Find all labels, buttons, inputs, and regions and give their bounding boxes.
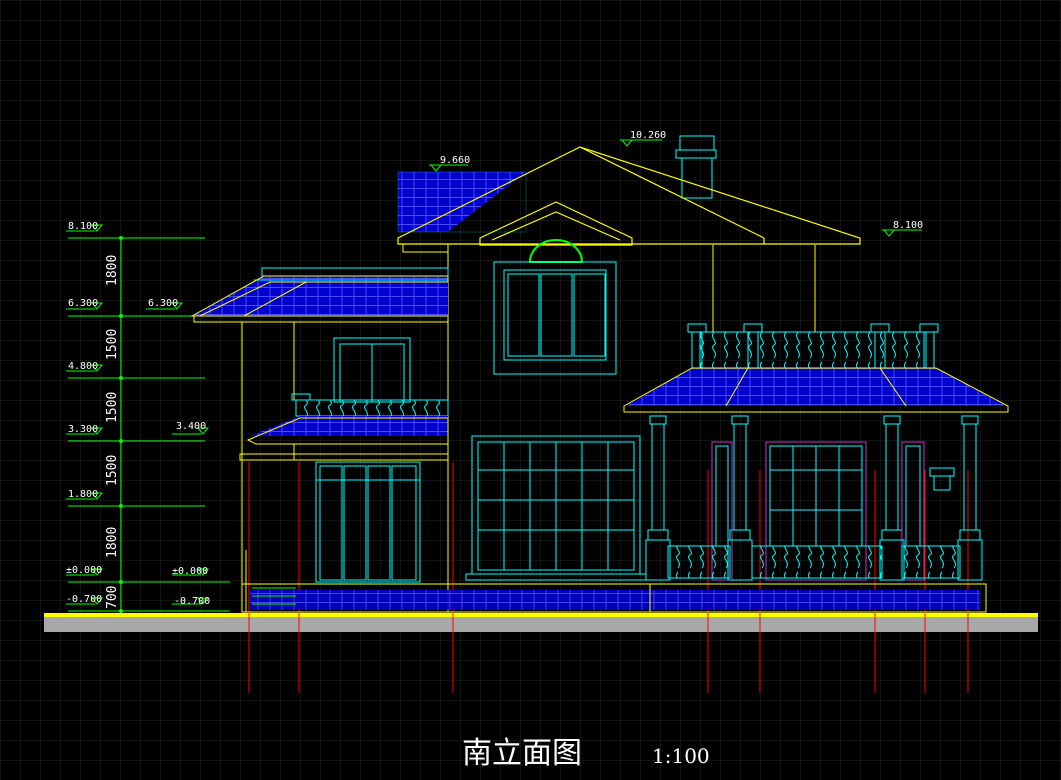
dimension-700: 700 xyxy=(105,586,120,609)
inner-level-6300: 6.300 xyxy=(148,298,178,309)
level-label-4800: 4.800 xyxy=(68,361,98,372)
roof-level-ridge-main: 10.260 xyxy=(630,130,666,141)
level-label-1800: 1.800 xyxy=(68,489,98,500)
inner-level-minus0700: -0.700 xyxy=(174,596,210,607)
ground-line xyxy=(44,613,1038,632)
elevation-drawing-canvas: 8.100 6.300 4.800 3.300 1.800 ±0.000 -0.… xyxy=(0,0,1061,780)
level-label-8100: 8.100 xyxy=(68,221,98,232)
dimension-1500-a: 1500 xyxy=(105,329,120,360)
roof-level-eave-right: 8.100 xyxy=(893,220,923,231)
level-label-3300: 3.300 xyxy=(68,424,98,435)
dimension-1800-top: 1800 xyxy=(105,255,120,286)
dimension-1500-b: 1500 xyxy=(105,392,120,423)
inner-level-zero: ±0.000 xyxy=(172,566,208,577)
roof-level-ridge-left: 9.660 xyxy=(440,155,470,166)
porch-ground-balustrade xyxy=(645,539,983,581)
level-label-6300: 6.300 xyxy=(68,298,98,309)
inner-level-3400: 3.400 xyxy=(176,421,206,432)
drawing-scale: 1:100 xyxy=(652,744,710,768)
level-label-minus0700: -0.700 xyxy=(66,594,102,605)
drawing-title: 南立面图 xyxy=(462,736,582,771)
level-label-zero: ±0.000 xyxy=(66,565,102,576)
dimension-1800-bottom: 1800 xyxy=(105,527,120,558)
dimension-1500-c: 1500 xyxy=(105,455,120,486)
